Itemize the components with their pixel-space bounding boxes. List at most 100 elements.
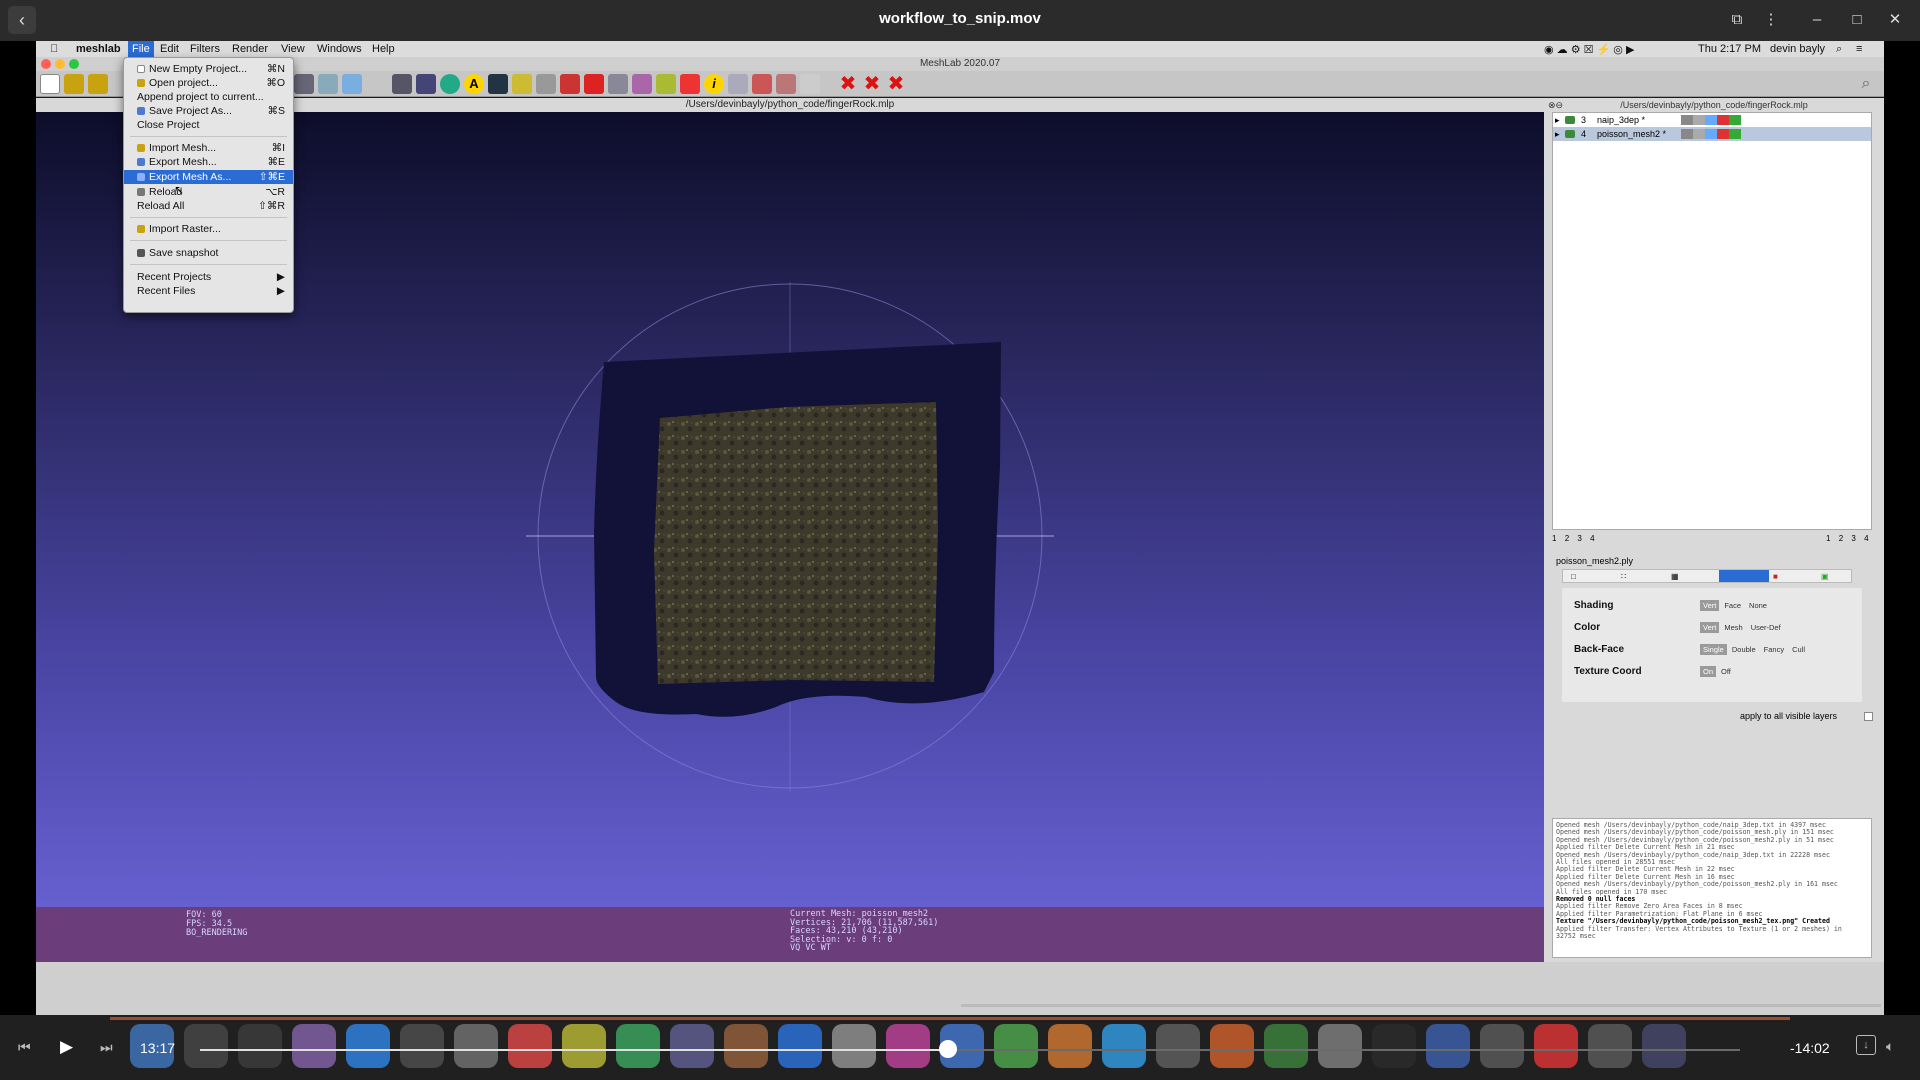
menu-render[interactable]: Render bbox=[232, 43, 268, 55]
menubar-clock[interactable]: Thu 2:17 PM bbox=[1698, 43, 1761, 55]
texture-icon[interactable] bbox=[416, 74, 436, 94]
layer-row-naip[interactable]: ▸ 3 naip_3dep * bbox=[1553, 113, 1871, 127]
menu-save-snapshot[interactable]: Save snapshot bbox=[124, 246, 293, 260]
paint-icon[interactable] bbox=[512, 74, 532, 94]
spotlight-icon[interactable]: ⌕ bbox=[1836, 43, 1842, 56]
submenu-arrow-icon: ▶ bbox=[276, 285, 285, 297]
menu-export-mesh[interactable]: Export Mesh... ⌘E bbox=[124, 155, 293, 169]
picture-in-picture-icon[interactable]: ⧉ bbox=[1724, 8, 1750, 32]
select-faces-icon[interactable] bbox=[608, 74, 628, 94]
seek-bar[interactable] bbox=[200, 1040, 1740, 1058]
log-console[interactable]: Opened mesh /Users/devinbayly/python_cod… bbox=[1552, 818, 1872, 958]
expand-arrow-icon[interactable]: ▸ bbox=[1555, 127, 1560, 141]
menu-save-project-as[interactable]: Save Project As... ⌘S bbox=[124, 104, 293, 118]
skip-back-icon[interactable]: ⏮ bbox=[18, 1039, 31, 1056]
tab-points-icon[interactable]: ∷ bbox=[1621, 572, 1626, 581]
texture-coord-options[interactable]: On Off bbox=[1700, 666, 1736, 677]
clear-selection-icon[interactable] bbox=[800, 74, 820, 94]
select-region-icon[interactable] bbox=[728, 74, 748, 94]
panel-close-icon[interactable]: ⊗⊖ bbox=[1548, 100, 1563, 111]
menu-export-mesh-as[interactable]: Export Mesh As... ⇧⌘E bbox=[124, 170, 293, 184]
color-options[interactable]: Vert Mesh User-Def bbox=[1700, 622, 1786, 633]
horizontal-scrollbar[interactable] bbox=[961, 1004, 1881, 1007]
brush-icon[interactable] bbox=[560, 74, 580, 94]
apple-icon[interactable]:  bbox=[50, 43, 58, 55]
georef-icon[interactable] bbox=[656, 74, 676, 94]
video-title: workflow_to_snip.mov bbox=[879, 10, 1041, 27]
minimize-icon[interactable]: – bbox=[1804, 8, 1830, 32]
layer-pages-left[interactable]: 1 2 3 4 bbox=[1552, 534, 1595, 543]
delete-verts-icon[interactable]: ✖ bbox=[886, 74, 906, 94]
wireframe-icon[interactable] bbox=[342, 74, 362, 94]
menu-import-raster[interactable]: Import Raster... bbox=[124, 222, 293, 236]
annotation-icon[interactable]: A bbox=[464, 74, 484, 94]
layer-render-icons[interactable] bbox=[1681, 129, 1741, 139]
layer-render-icons[interactable] bbox=[1681, 115, 1741, 125]
menu-append-project[interactable]: Append project to current... bbox=[124, 90, 293, 104]
restore-icon[interactable]: □ bbox=[1844, 8, 1870, 32]
menu-recent-projects[interactable]: Recent Projects ▶ bbox=[124, 270, 293, 284]
menu-help[interactable]: Help bbox=[372, 43, 395, 55]
tab-solid[interactable] bbox=[1719, 570, 1769, 582]
measure-icon[interactable] bbox=[536, 74, 556, 94]
layer-name: poisson_mesh2 * bbox=[1597, 129, 1667, 139]
menu-edit[interactable]: Edit bbox=[160, 43, 179, 55]
smooth-icon[interactable] bbox=[392, 74, 412, 94]
close-icon[interactable]: ✕ bbox=[1882, 8, 1908, 32]
control-center-icon[interactable]: ≡ bbox=[1856, 43, 1862, 55]
search-icon[interactable]: ⌕ bbox=[1856, 74, 1876, 94]
menu-reload-all[interactable]: Reload All ⇧⌘R bbox=[124, 199, 293, 213]
delete-faces-icon[interactable] bbox=[752, 74, 772, 94]
pick-points-icon[interactable] bbox=[584, 74, 604, 94]
panel-title: /Users/devinbayly/python_code/fingerRock… bbox=[1620, 100, 1808, 110]
menu-import-mesh[interactable]: Import Mesh... ⌘I bbox=[124, 141, 293, 155]
volume-icon[interactable]: 🔈︎ bbox=[1886, 1038, 1894, 1055]
visibility-eye-icon[interactable] bbox=[1565, 130, 1575, 138]
info-icon[interactable]: i bbox=[704, 74, 724, 94]
import-mesh-icon[interactable] bbox=[88, 74, 108, 94]
download-icon[interactable]: ↓ bbox=[1856, 1035, 1876, 1055]
delete-selected-icon[interactable]: ✖ bbox=[838, 74, 858, 94]
layer-pages-right[interactable]: 1 2 3 4 bbox=[1826, 534, 1869, 543]
seek-knob[interactable] bbox=[939, 1040, 958, 1058]
select-vertices-icon[interactable] bbox=[632, 74, 652, 94]
menubar-user[interactable]: devin bayly bbox=[1770, 43, 1825, 55]
backface-options[interactable]: Single Double Fancy Cull bbox=[1700, 644, 1810, 655]
menu-windows[interactable]: Windows bbox=[317, 43, 362, 55]
menu-file[interactable]: File bbox=[128, 41, 154, 57]
backface-label: Back-Face bbox=[1574, 644, 1625, 655]
menu-close-project[interactable]: Close Project bbox=[124, 118, 293, 132]
window-minimize-icon[interactable] bbox=[55, 59, 65, 69]
more-options-icon[interactable]: ⋮ bbox=[1758, 8, 1784, 32]
visibility-eye-icon[interactable] bbox=[1565, 116, 1575, 124]
trackball-icon[interactable] bbox=[440, 74, 460, 94]
status-icons[interactable]: ◉ ☁ ⚙ ☒ ⚡ ◎ ▶ bbox=[1544, 43, 1634, 56]
menu-open-project[interactable]: Open project... ⌘O bbox=[124, 76, 293, 90]
window-zoom-icon[interactable] bbox=[69, 59, 79, 69]
menu-reload[interactable]: Reload ⌥R bbox=[124, 185, 293, 199]
menu-new-empty-project[interactable]: New Empty Project... ⌘N bbox=[124, 62, 293, 76]
apply-all-checkbox[interactable] bbox=[1864, 712, 1873, 721]
points-icon[interactable] bbox=[318, 74, 338, 94]
menu-view[interactable]: View bbox=[281, 43, 305, 55]
new-project-icon[interactable] bbox=[40, 74, 60, 94]
layer-row-poisson[interactable]: ▸ 4 poisson_mesh2 * bbox=[1553, 127, 1871, 141]
tab-texture-icon[interactable]: ■ bbox=[1773, 572, 1778, 581]
align-icon[interactable] bbox=[680, 74, 700, 94]
shading-options[interactable]: Vert Face None bbox=[1700, 600, 1772, 611]
menu-meshlab[interactable]: meshlab bbox=[76, 43, 121, 55]
tab-settings-icon[interactable]: ▣ bbox=[1821, 572, 1829, 581]
tab-bbox-icon[interactable]: □ bbox=[1571, 572, 1576, 581]
axis-icon[interactable] bbox=[488, 74, 508, 94]
delete-faces-verts-icon[interactable]: ✖ bbox=[862, 74, 882, 94]
window-close-icon[interactable] bbox=[41, 59, 51, 69]
tab-wire-icon[interactable]: ▦ bbox=[1671, 572, 1679, 581]
bbox-icon[interactable] bbox=[294, 74, 314, 94]
expand-arrow-icon[interactable]: ▸ bbox=[1555, 113, 1560, 127]
menu-filters[interactable]: Filters bbox=[190, 43, 220, 55]
delete-vertices-icon[interactable] bbox=[776, 74, 796, 94]
menu-recent-files[interactable]: Recent Files ▶ bbox=[124, 284, 293, 298]
skip-forward-icon[interactable]: ⏭ bbox=[100, 1039, 113, 1056]
open-project-icon[interactable] bbox=[64, 74, 84, 94]
play-icon[interactable]: ▶ bbox=[60, 1037, 73, 1057]
